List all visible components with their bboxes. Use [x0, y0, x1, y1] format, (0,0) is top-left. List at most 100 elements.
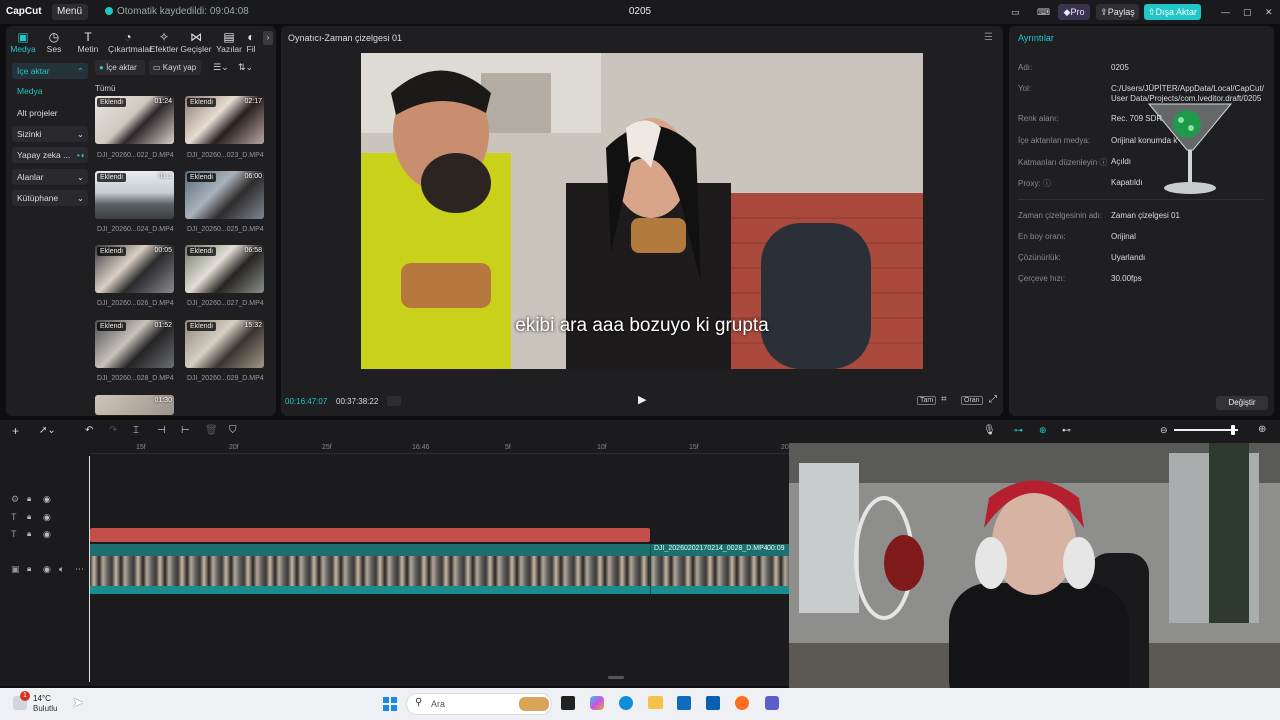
more-icon[interactable]: ⋯: [75, 564, 84, 575]
tool-text[interactable]: T Metin: [71, 30, 105, 54]
outlook-icon[interactable]: [706, 696, 720, 710]
close-icon[interactable]: ✕: [1265, 4, 1273, 20]
media-thumbnail[interactable]: Eklendi 15:32: [185, 320, 264, 368]
media-thumbnail[interactable]: Eklendi 00:05: [95, 245, 174, 293]
tool-filters[interactable]: ◐ Fil: [242, 30, 260, 54]
sidebar-item-subprojects[interactable]: Alt projeler: [12, 105, 88, 121]
split-icon[interactable]: ⌶: [133, 425, 139, 436]
layout-icon[interactable]: ▭: [1011, 4, 1025, 20]
copilot-icon[interactable]: [590, 696, 604, 710]
lock-icon[interactable]: 🔒︎: [27, 512, 31, 522]
link-icon[interactable]: ⊶: [1014, 425, 1023, 436]
media-thumbnail[interactable]: Eklendi 06:58: [185, 245, 264, 293]
subtitle-text[interactable]: ekibi ara aaa bozuyo ki grupta: [361, 315, 923, 337]
tool-media[interactable]: ▣ Medya: [6, 30, 40, 54]
store-icon[interactable]: [677, 696, 691, 710]
add-icon[interactable]: +: [12, 424, 19, 438]
sort-icon[interactable]: ⇅⌄: [238, 62, 253, 73]
crop-icon[interactable]: ⌗: [941, 394, 947, 405]
zoom-slider-handle[interactable]: [1231, 425, 1235, 435]
scrollbar[interactable]: [608, 676, 624, 679]
lock-icon[interactable]: 🔒︎: [27, 564, 31, 574]
autosave-icon: [105, 7, 113, 15]
fullscreen-icon[interactable]: ⤢: [989, 394, 997, 405]
play-button[interactable]: ▶: [638, 393, 646, 406]
video-clip[interactable]: [90, 556, 790, 586]
title-clip[interactable]: [90, 528, 650, 542]
sidebar-item-yours[interactable]: Sizinki ⌄: [12, 126, 88, 142]
task-view-icon[interactable]: [561, 696, 575, 710]
audio-mute-icon[interactable]: 🔈︎: [59, 564, 64, 575]
sidebar-item-library[interactable]: Kütüphane ⌄: [12, 190, 88, 206]
tool-effects[interactable]: ✧ Efektler: [147, 30, 181, 54]
ratio-button[interactable]: Oran: [961, 396, 983, 405]
clip-time: 00:09: [767, 545, 785, 552]
undo-icon[interactable]: ↶: [85, 425, 93, 436]
tool-audio[interactable]: ◷ Ses: [37, 30, 71, 54]
pro-button[interactable]: ◆Pro: [1058, 4, 1090, 20]
zoom-out-icon[interactable]: ⊖: [1160, 425, 1168, 436]
tool-captions[interactable]: ▤ Yazılar: [212, 30, 246, 54]
chevron-right-icon[interactable]: ›: [263, 31, 273, 45]
sidebar-item-media[interactable]: Medya: [12, 83, 88, 99]
maximize-icon[interactable]: ▢: [1243, 4, 1252, 20]
media-thumbnail[interactable]: 01:30: [95, 395, 174, 415]
microphone-icon[interactable]: 🎙: [983, 425, 996, 436]
player-menu-icon[interactable]: ☰: [984, 32, 993, 43]
magnet-icon[interactable]: ⊕: [1039, 425, 1047, 436]
view-toggle-icon[interactable]: ☰⌄: [213, 62, 229, 73]
lock-icon[interactable]: 🔒︎: [27, 529, 31, 539]
redo-icon[interactable]: ↷: [109, 425, 117, 436]
eye-icon[interactable]: ◉: [43, 494, 51, 505]
preview-axis-icon[interactable]: ⊷: [1062, 425, 1071, 436]
firefox-icon[interactable]: [735, 696, 749, 710]
record-button[interactable]: ▭ Kayıt yap: [149, 60, 201, 75]
ruler-tick: 20f: [229, 444, 239, 451]
sidebar-item-spaces[interactable]: Alanlar ⌄: [12, 169, 88, 185]
audio-waveform[interactable]: [90, 586, 790, 594]
delete-icon[interactable]: 🗑: [205, 425, 218, 436]
timeline-ruler[interactable]: [90, 442, 790, 454]
video-preview[interactable]: ekibi ara aaa bozuyo ki grupta: [361, 53, 923, 369]
media-thumbnail[interactable]: Eklendi 01:52: [95, 320, 174, 368]
sidebar-item-import[interactable]: İçe aktar ⌃: [12, 63, 88, 79]
taskbar-search[interactable]: ⚲ Ara: [406, 693, 552, 715]
modify-button[interactable]: Değiştir: [1216, 396, 1268, 410]
import-button[interactable]: ● İçe aktar: [95, 60, 145, 75]
share-button[interactable]: ⇪Paylaş: [1096, 4, 1139, 20]
media-thumbnail[interactable]: Eklendi 01:24: [95, 96, 174, 144]
eye-icon[interactable]: ◉: [43, 529, 51, 540]
minimize-icon[interactable]: —: [1221, 4, 1230, 20]
webcam-overlay: [789, 443, 1280, 720]
shield-icon[interactable]: ⛉: [229, 425, 237, 436]
media-thumbnail[interactable]: Eklendi 01:1: [95, 171, 174, 219]
teams-icon[interactable]: [765, 696, 779, 710]
detail-value: Orijinal: [1111, 232, 1136, 241]
menu-button[interactable]: Menü ⌄: [52, 4, 88, 33]
file-explorer-icon[interactable]: [648, 696, 663, 709]
eye-icon[interactable]: ◉: [43, 512, 51, 523]
media-thumbnail[interactable]: Eklendi 06:00: [185, 171, 264, 219]
split-left-icon[interactable]: ⊣: [157, 425, 166, 436]
lock-icon[interactable]: 🔒︎: [27, 494, 31, 504]
tool-transitions[interactable]: ⋈ Geçişler: [179, 30, 213, 54]
tool-stickers[interactable]: ◔ Çıkartmalar: [108, 30, 152, 54]
zoom-slider[interactable]: [1174, 429, 1238, 431]
ruler-tick: 15f: [136, 444, 146, 451]
media-panel: ▣ Medya ◷ Ses T Metin ◔ Çıkartmalar ✧ Efektle…: [6, 26, 276, 416]
eye-icon[interactable]: ◉: [43, 564, 51, 575]
edge-icon[interactable]: [619, 696, 633, 710]
export-button[interactable]: ⇧Dışa Aktar: [1144, 4, 1201, 20]
select-cursor-icon[interactable]: ➚⌄: [39, 425, 56, 436]
chevron-down-icon: ⌄: [76, 193, 84, 203]
zoom-in-icon[interactable]: ⊕: [1258, 424, 1266, 435]
shortcuts-icon[interactable]: ⌨: [1037, 4, 1051, 20]
app-logo: CapCut: [6, 6, 42, 17]
marker-icon[interactable]: [387, 396, 401, 406]
windows-start-icon[interactable]: [383, 697, 397, 711]
sidebar-item-ai[interactable]: Yapay zeka ... •◖: [12, 147, 88, 163]
full-quality-button[interactable]: Tam: [917, 396, 937, 405]
split-right-icon[interactable]: ⊢: [181, 425, 190, 436]
notification-badge: 1: [20, 691, 30, 701]
media-thumbnail[interactable]: Eklendi 02:17: [185, 96, 264, 144]
